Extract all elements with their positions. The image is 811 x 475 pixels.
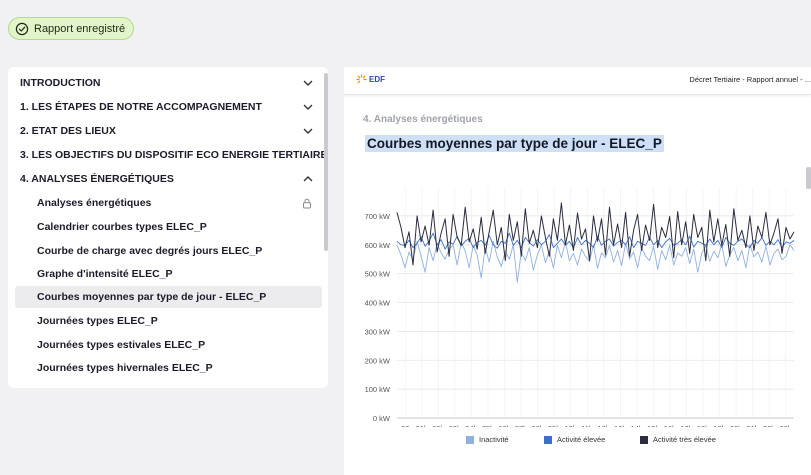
toc-section-label: 3. LES OBJECTIFS DU DISPOSITIF ECO ENERG… <box>20 149 328 161</box>
x-tick-label: 10h <box>564 424 577 427</box>
chevron-down-icon <box>303 128 313 134</box>
y-tick-label: 600 kW <box>365 241 391 250</box>
chevron-up-icon <box>303 176 313 182</box>
toc-section-objectifs[interactable]: 3. LES OBJECTIFS DU DISPOSITIF ECO ENERG… <box>8 144 328 166</box>
legend-label: Activité élevée <box>557 435 606 444</box>
series-line-0 <box>396 240 795 283</box>
toc-item-courbe-de-charge[interactable]: Courbe de charge avec degrés jours ELEC_… <box>15 240 322 262</box>
chevron-down-icon <box>303 80 313 86</box>
x-tick-label: 16h <box>664 424 677 427</box>
x-tick-label: 20h <box>730 424 743 427</box>
toc-item-calendrier[interactable]: Calendrier courbes types ELEC_P <box>15 216 322 238</box>
x-tick-label: 22h <box>763 424 776 427</box>
toc-item-journees-types[interactable]: Journées types ELEC_P <box>15 310 322 332</box>
x-tick-label: 14h <box>631 424 644 427</box>
line-chart: 0 kW 100 kW 200 kW 300 kW 400 kW 500 kW 600 kW… <box>365 187 795 427</box>
y-tick-label: 200 kW <box>365 356 391 365</box>
x-tick-label: 23h <box>779 424 792 427</box>
toc-item-label: Courbes moyennes par type de jour - ELEC… <box>37 291 267 303</box>
x-tick-label: 21h <box>746 424 759 427</box>
toc-item-label: Journées types estivales ELEC_P <box>37 339 206 351</box>
toc-item-journees-estivales[interactable]: Journées types estivales ELEC_P <box>15 334 322 356</box>
x-tick-label: 01h <box>416 424 429 427</box>
x-tick-label: 13h <box>614 424 627 427</box>
toc-section-accompagnement[interactable]: 1. LES ÉTAPES DE NOTRE ACCOMPAGNEMENT <box>8 96 324 118</box>
toc-section-label: 4. ANALYSES ÉNERGÉTIQUES <box>20 173 174 185</box>
x-tick-label: 17h <box>680 424 693 427</box>
x-tick-label: 03h <box>449 424 462 427</box>
toc-item-label: Graphe d'intensité ELEC_P <box>37 268 173 280</box>
x-tick-label: 12h <box>598 424 611 427</box>
y-tick-label: 700 kW <box>365 212 391 221</box>
legend-item-activite-tres-elevee: Activité très élevée <box>640 435 716 444</box>
y-tick-label: 400 kW <box>365 299 391 308</box>
x-tick-label: 11h <box>581 424 593 427</box>
legend-label: Activité très élevée <box>653 435 716 444</box>
toc-item-journees-hivernales[interactable]: Journées types hivernales ELEC_P <box>15 357 322 379</box>
toc-item-label: Calendrier courbes types ELEC_P <box>37 221 207 233</box>
table-of-contents: INTRODUCTION 1. LES ÉTAPES DE NOTRE ACCO… <box>8 67 328 388</box>
toc-section-analyses[interactable]: 4. ANALYSES ÉNERGÉTIQUES <box>8 168 324 190</box>
toc-scrollbar[interactable] <box>324 73 328 251</box>
legend-swatch <box>544 435 552 444</box>
toc-item-label: Analyses énergétiques <box>37 197 152 209</box>
chevron-down-icon <box>303 104 313 110</box>
y-tick-label: 0 kW <box>373 414 391 423</box>
legend-swatch <box>466 435 474 444</box>
legend-swatch <box>640 435 648 444</box>
legend-label: Inactivité <box>479 435 509 444</box>
legend-item-activite-elevee: Activité élevée <box>544 435 605 444</box>
x-tick-label: 07h <box>515 424 528 427</box>
report-preview: EDF Décret Tertiaire - Rapport annuel - … <box>344 67 811 475</box>
x-tick-label: 06h <box>498 424 511 427</box>
toc-item-label: Courbe de charge avec degrés jours ELEC_… <box>37 245 263 257</box>
report-saved-badge: Rapport enregistré <box>8 17 135 40</box>
toc-item-courbes-moyennes[interactable]: Courbes moyennes par type de jour - ELEC… <box>15 286 322 308</box>
toc-item-label: Journées types ELEC_P <box>37 315 158 327</box>
y-tick-label: 100 kW <box>365 385 391 394</box>
toc-item-label: Journées types hivernales ELEC_P <box>37 362 213 374</box>
y-tick-label: 500 kW <box>365 270 391 279</box>
check-circle-icon <box>15 22 29 35</box>
legend-item-inactivite: Inactivité <box>466 435 509 444</box>
y-tick-label: 300 kW <box>365 327 391 336</box>
badge-label: Rapport enregistré <box>34 22 126 35</box>
x-tick-label: 18h <box>697 424 710 427</box>
x-tick-label: 08h <box>531 424 544 427</box>
x-tick-label: 15h <box>647 424 660 427</box>
toc-item-graphe-intensite[interactable]: Graphe d'intensité ELEC_P <box>15 263 322 285</box>
toc-section-label: 2. ETAT DES LIEUX <box>20 125 116 137</box>
x-tick-label: 00 <box>401 424 409 427</box>
document-scrollbar[interactable] <box>806 167 811 189</box>
x-tick-label: 09h <box>548 424 561 427</box>
toc-section-label: 1. LES ÉTAPES DE NOTRE ACCOMPAGNEMENT <box>20 101 262 113</box>
lock-icon <box>303 198 311 208</box>
x-tick-label: 04h <box>465 424 478 427</box>
x-tick-label: 02h <box>432 424 445 427</box>
toc-item-analyses-energetiques[interactable]: Analyses énergétiques <box>15 192 322 214</box>
toc-section-etat-des-lieux[interactable]: 2. ETAT DES LIEUX <box>8 120 324 142</box>
toc-section-introduction[interactable]: INTRODUCTION <box>8 72 324 94</box>
toc-section-label: INTRODUCTION <box>20 77 101 89</box>
x-tick-label: 19h <box>713 424 726 427</box>
x-tick-label: 05h <box>482 424 495 427</box>
